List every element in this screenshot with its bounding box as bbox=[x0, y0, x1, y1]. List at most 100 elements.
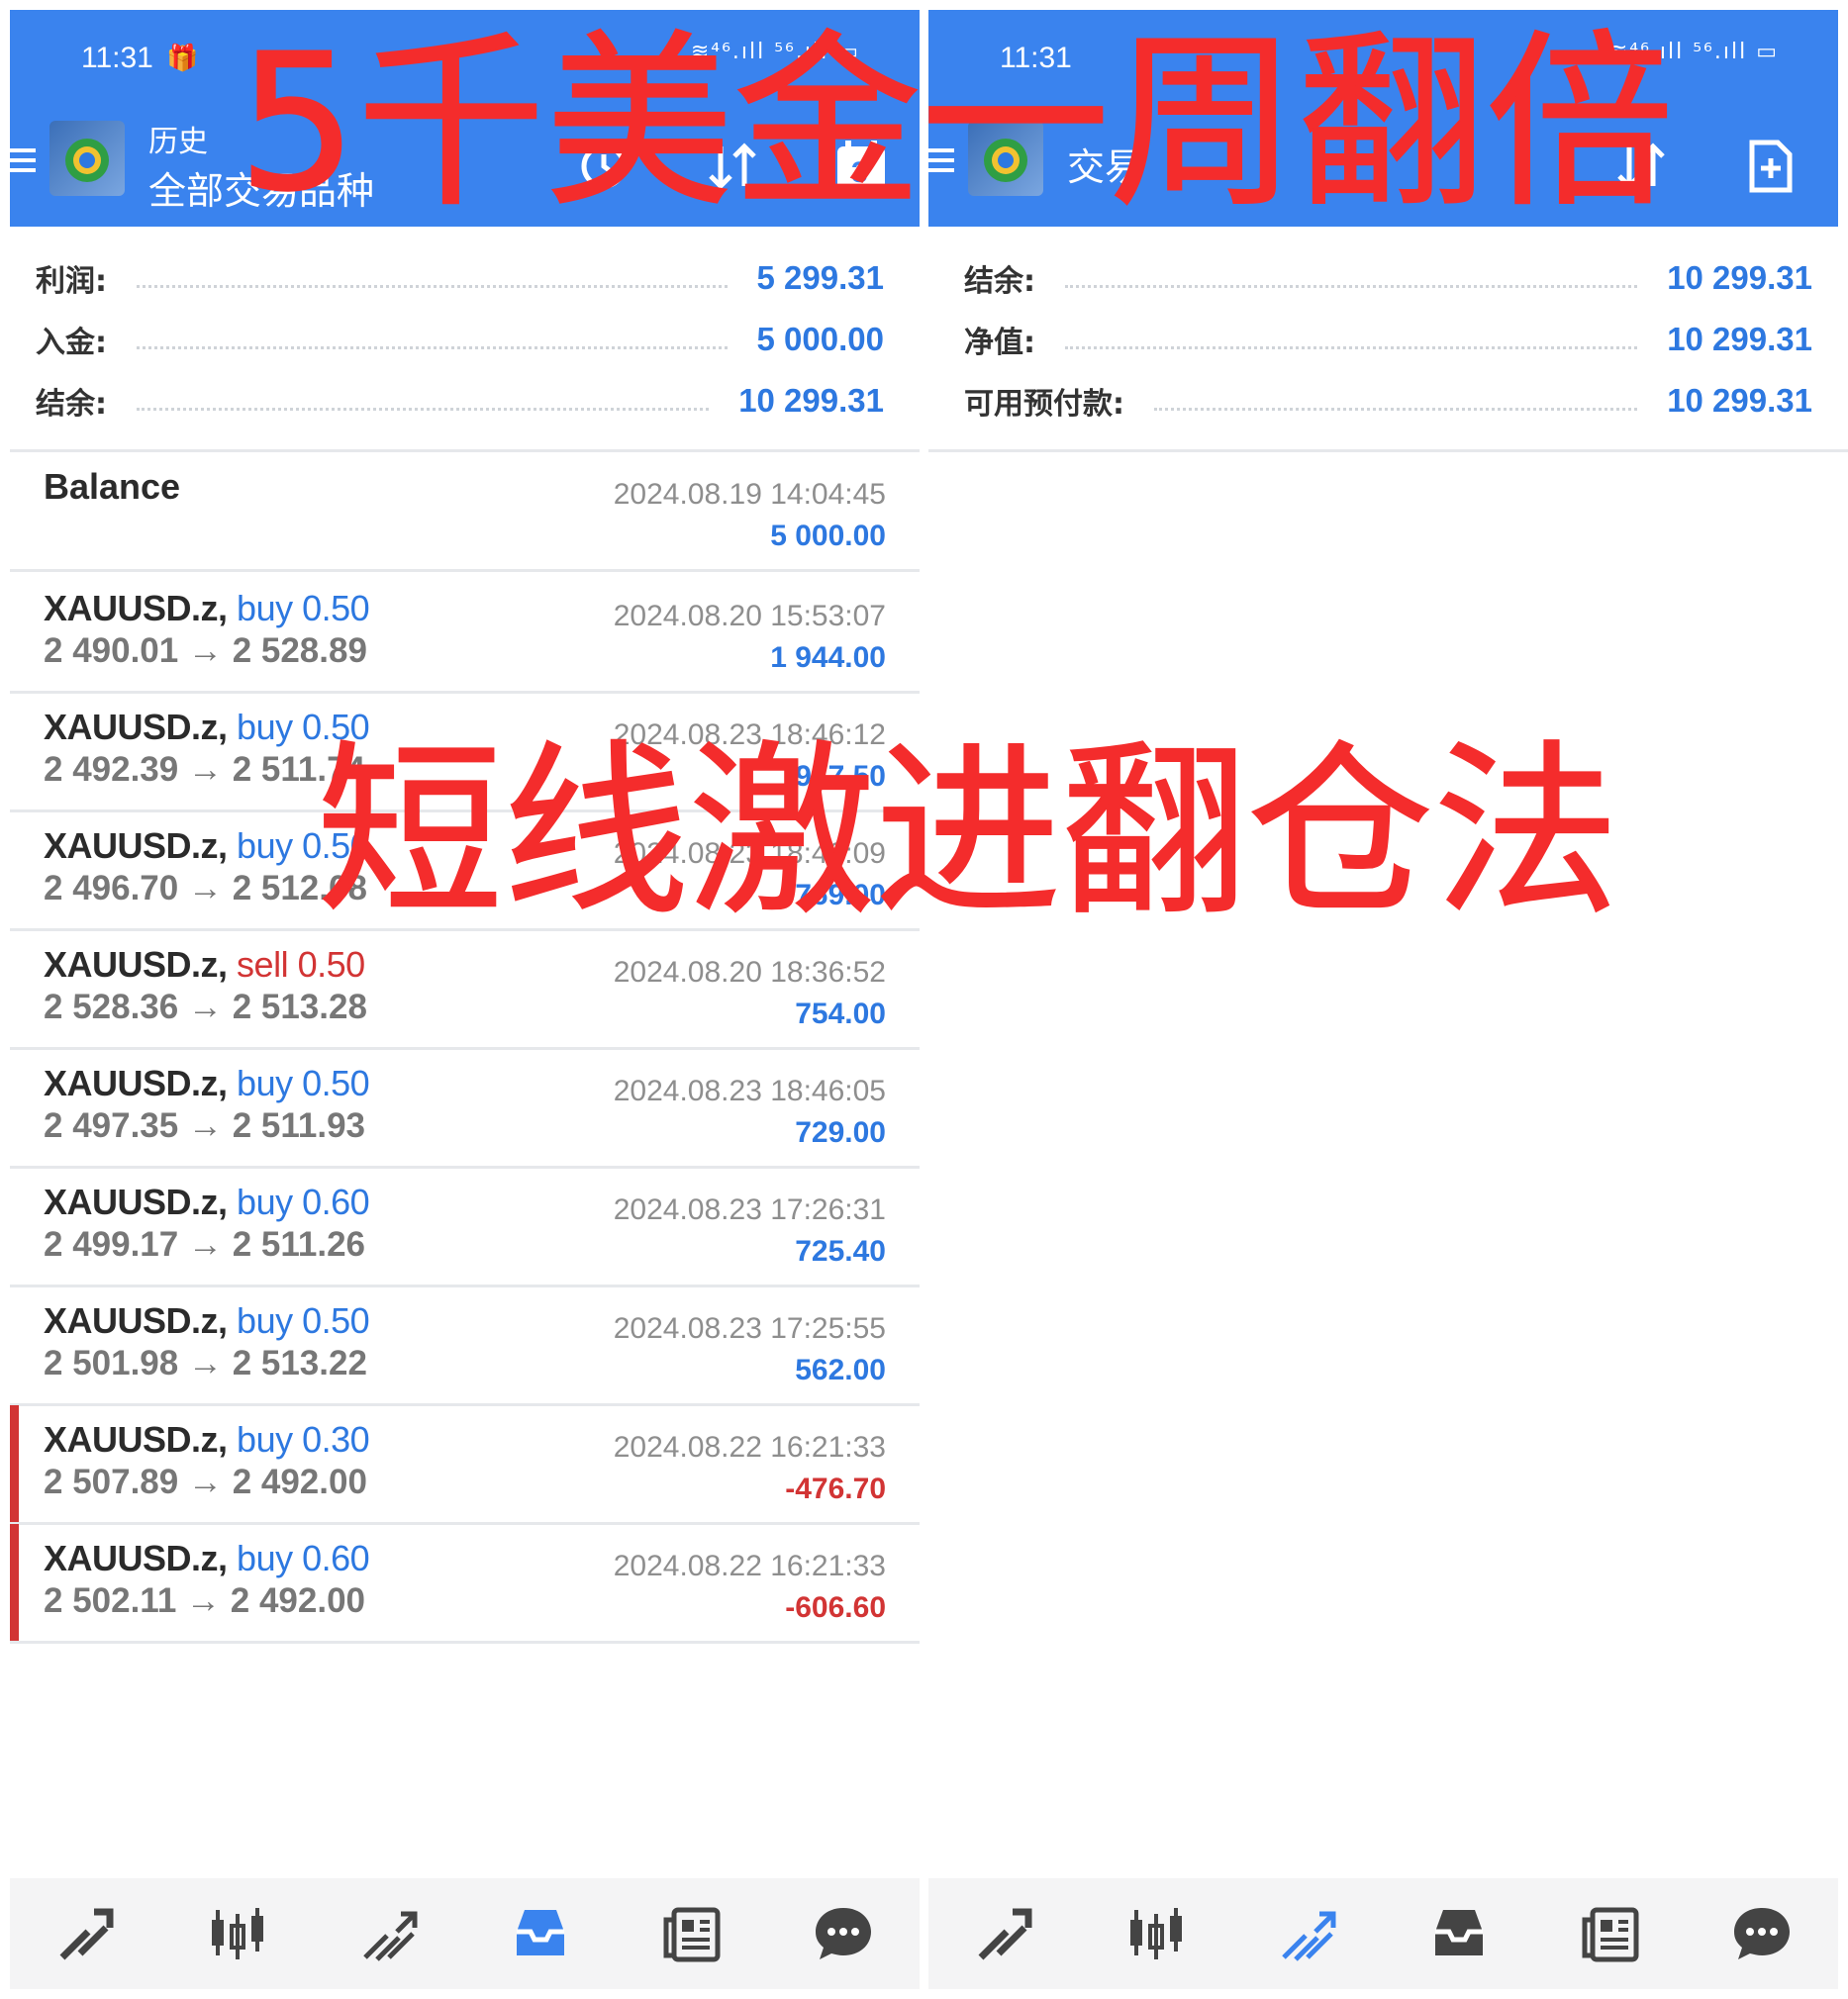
summary-deposit: 入金: 5 000.00 bbox=[36, 314, 884, 365]
summary-label: 净值: bbox=[964, 326, 1035, 360]
header-subtitle: 历史 bbox=[148, 125, 208, 159]
metatrader-logo bbox=[49, 121, 125, 196]
deal-row[interactable]: XAUUSD.z, buy 0.60 2 499.17 → 2 511.26 202… bbox=[10, 1168, 920, 1287]
summary-label: 结余: bbox=[36, 387, 107, 422]
summary-label: 可用预付款: bbox=[964, 387, 1124, 422]
deal-prices: 2 507.89 → 2 492.00 bbox=[44, 1463, 367, 1501]
dots bbox=[137, 345, 728, 349]
trade-panel: 11:31 ≋⁴⁶.ıll ⁵⁶.ıll ▭ 交易 结余: 10 299.31 … bbox=[928, 0, 1848, 1999]
deal-row[interactable]: XAUUSD.z, buy 0.50 2 497.35 → 2 511.93 202… bbox=[10, 1049, 920, 1169]
symbol-name: XAUUSD.z, bbox=[44, 1063, 228, 1103]
summary-value: 5 299.31 bbox=[756, 259, 884, 296]
deal-prices: 2 499.17 → 2 511.26 bbox=[44, 1225, 365, 1264]
deal-row[interactable]: XAUUSD.z, buy 0.60 2 502.11 → 2 492.00 202… bbox=[10, 1524, 920, 1644]
summary-equity: 净值: 10 299.31 bbox=[964, 314, 1812, 365]
quotes-icon[interactable] bbox=[50, 1898, 122, 1969]
history-panel: 11:31 🎁 ≋⁴⁶.ıll ⁵⁶.ıll ▭ 历史 全部交易品种 3 利润:… bbox=[0, 0, 920, 1999]
news-icon[interactable] bbox=[656, 1898, 728, 1969]
summary-free-margin: 可用预付款: 10 299.31 bbox=[964, 375, 1812, 427]
deal-time: 2024.08.19 14:04:45 bbox=[613, 478, 886, 511]
deal-profit: 1 944.00 bbox=[770, 641, 886, 674]
symbol-name: XAUUSD.z, bbox=[44, 1182, 228, 1222]
deal-profit: 729.00 bbox=[795, 1116, 886, 1149]
deal-symbol: XAUUSD.z, sell 0.50 bbox=[44, 944, 365, 986]
menu-icon[interactable] bbox=[10, 148, 36, 174]
deal-profit: 754.00 bbox=[795, 998, 886, 1030]
summary-value: 10 299.31 bbox=[1667, 382, 1812, 419]
deal-symbol: XAUUSD.z, buy 0.50 bbox=[44, 1300, 370, 1342]
deal-row[interactable]: XAUUSD.z, sell 0.50 2 528.36 → 2 513.28 20… bbox=[10, 930, 920, 1050]
overlay-middle-text: 短线激进翻仓法 bbox=[316, 724, 1620, 941]
deal-volume: sell 0.50 bbox=[237, 944, 365, 985]
deal-prices: 2 497.35 → 2 511.93 bbox=[44, 1106, 365, 1145]
dots bbox=[1065, 284, 1638, 288]
summary-label: 入金: bbox=[36, 326, 107, 360]
deal-symbol: XAUUSD.z, buy 0.60 bbox=[44, 1538, 370, 1579]
trade-icon[interactable] bbox=[353, 1898, 425, 1969]
messages-icon[interactable] bbox=[1726, 1898, 1798, 1969]
deal-profit: -606.60 bbox=[785, 1591, 886, 1624]
symbol-name: XAUUSD.z, bbox=[44, 1300, 228, 1341]
deal-symbol: XAUUSD.z, buy 0.30 bbox=[44, 1419, 370, 1461]
balance-title: Balance bbox=[44, 466, 181, 507]
symbol-name: XAUUSD.z, bbox=[44, 1419, 228, 1460]
bottom-nav bbox=[10, 1878, 920, 1989]
deal-time: 2024.08.23 18:46:05 bbox=[613, 1075, 886, 1107]
dots bbox=[1065, 345, 1638, 349]
deal-volume: buy 0.50 bbox=[237, 588, 370, 628]
dots bbox=[137, 284, 728, 288]
messages-icon[interactable] bbox=[808, 1898, 879, 1969]
summary-value: 10 299.31 bbox=[738, 382, 884, 419]
news-icon[interactable] bbox=[1575, 1898, 1646, 1969]
summary-label: 利润: bbox=[36, 264, 107, 299]
balance-row[interactable]: Balance 2024.08.19 14:04:45 5 000.00 bbox=[10, 452, 920, 572]
deal-row[interactable]: XAUUSD.z, buy 0.50 2 501.98 → 2 513.22 202… bbox=[10, 1286, 920, 1406]
deal-symbol: XAUUSD.z, buy 0.50 bbox=[44, 588, 370, 629]
symbol-name: XAUUSD.z, bbox=[44, 707, 228, 747]
deal-symbol: XAUUSD.z, buy 0.50 bbox=[44, 1063, 370, 1104]
new-order-icon[interactable] bbox=[1740, 137, 1799, 196]
quotes-icon[interactable] bbox=[969, 1898, 1040, 1969]
status-time: 11:31 bbox=[81, 42, 153, 74]
bottom-nav bbox=[928, 1878, 1838, 1989]
summary-value: 5 000.00 bbox=[756, 321, 884, 357]
chart-icon[interactable] bbox=[202, 1898, 273, 1969]
summary-value: 10 299.31 bbox=[1667, 259, 1812, 296]
deal-prices: 2 502.11 → 2 492.00 bbox=[44, 1581, 365, 1620]
trade-icon[interactable] bbox=[1272, 1898, 1343, 1969]
deal-time: 2024.08.22 16:21:33 bbox=[613, 1550, 886, 1582]
chart-icon[interactable] bbox=[1120, 1898, 1192, 1969]
deal-time: 2024.08.20 18:36:52 bbox=[613, 956, 886, 989]
dots bbox=[137, 407, 710, 411]
deal-profit: 5 000.00 bbox=[770, 520, 886, 552]
dots bbox=[1154, 407, 1638, 411]
deal-prices: 2 528.36 → 2 513.28 bbox=[44, 988, 367, 1026]
deal-profit: -476.70 bbox=[785, 1473, 886, 1505]
deal-volume: buy 0.30 bbox=[237, 1419, 370, 1460]
symbol-name: XAUUSD.z, bbox=[44, 944, 228, 985]
deal-time: 2024.08.22 16:21:33 bbox=[613, 1431, 886, 1464]
symbol-name: XAUUSD.z, bbox=[44, 588, 228, 628]
history-icon[interactable] bbox=[1423, 1898, 1495, 1969]
deal-time: 2024.08.23 17:26:31 bbox=[613, 1193, 886, 1226]
deal-volume: buy 0.50 bbox=[237, 1063, 370, 1103]
panel-gap bbox=[920, 0, 928, 1999]
symbol-name: XAUUSD.z, bbox=[44, 825, 228, 866]
deal-time: 2024.08.20 15:53:07 bbox=[613, 600, 886, 632]
divider bbox=[928, 449, 1848, 452]
deal-row[interactable]: XAUUSD.z, buy 0.50 2 490.01 → 2 528.89 202… bbox=[10, 574, 920, 694]
summary-balance: 结余: 10 299.31 bbox=[964, 252, 1812, 304]
deal-row[interactable]: XAUUSD.z, buy 0.30 2 507.89 → 2 492.00 202… bbox=[10, 1405, 920, 1525]
overlay-top-text: 5千美金一周翻倍 bbox=[237, 14, 1675, 233]
deal-volume: buy 0.60 bbox=[237, 1538, 370, 1578]
summary-value: 10 299.31 bbox=[1667, 321, 1812, 357]
gift-icon: 🎁 bbox=[166, 44, 199, 73]
symbol-name: XAUUSD.z, bbox=[44, 1538, 228, 1578]
history-icon[interactable] bbox=[505, 1898, 576, 1969]
deal-time: 2024.08.23 17:25:55 bbox=[613, 1312, 886, 1345]
deal-volume: buy 0.60 bbox=[237, 1182, 370, 1222]
deal-volume: buy 0.50 bbox=[237, 1300, 370, 1341]
summary-label: 结余: bbox=[964, 264, 1035, 299]
deal-profit: 562.00 bbox=[795, 1354, 886, 1386]
deal-symbol: XAUUSD.z, buy 0.60 bbox=[44, 1182, 370, 1223]
